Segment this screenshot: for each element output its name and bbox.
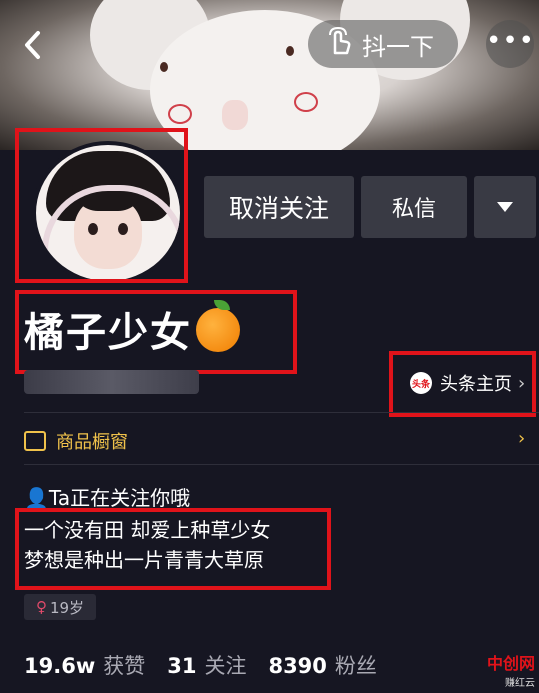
- shake-button[interactable]: 抖一下: [308, 20, 458, 68]
- follows-you-text: Ta正在关注你哦: [48, 486, 191, 510]
- highlight-toutiao: [389, 351, 536, 417]
- person-icon: 👤: [24, 486, 49, 510]
- divider: [24, 464, 539, 465]
- dropdown-button[interactable]: [474, 176, 536, 238]
- back-button[interactable]: [22, 24, 58, 64]
- blurred-user-id: [24, 370, 199, 394]
- highlight-nickname: [15, 290, 297, 374]
- shop-icon: [24, 431, 46, 451]
- follows-you-status: 👤Ta正在关注你哦: [24, 482, 190, 511]
- following-count[interactable]: 31: [167, 654, 196, 678]
- message-label: 私信: [391, 197, 436, 222]
- more-options-button[interactable]: •••: [486, 20, 534, 68]
- likes-count[interactable]: 19.6w: [24, 654, 95, 678]
- chevron-left-icon: [25, 31, 40, 59]
- gender-icon: ♀: [35, 598, 47, 616]
- likes-label: 获赞: [103, 654, 146, 678]
- unfollow-button[interactable]: 取消关注: [204, 176, 354, 238]
- highlight-bio: [15, 508, 331, 590]
- watermark-logo: 中创网 赚红云: [465, 650, 535, 690]
- divider: [24, 412, 539, 413]
- triangle-down-icon: [497, 202, 513, 212]
- followers-label: 粉丝: [334, 654, 377, 678]
- message-button[interactable]: 私信: [361, 176, 467, 238]
- watermark-text: 中创网: [486, 654, 535, 673]
- shop-chevron-right-icon: ›: [518, 428, 526, 449]
- shop-label: 商品橱窗: [56, 432, 128, 453]
- stats-bar: 19.6w 获赞 31 关注 8390 粉丝: [24, 650, 399, 680]
- shake-label: 抖一下: [362, 32, 434, 61]
- age-text: 19岁: [49, 598, 85, 617]
- following-label: 关注: [204, 654, 247, 678]
- shop-window-link[interactable]: 商品橱窗: [24, 428, 128, 454]
- age-badge: ♀ 19岁: [24, 594, 96, 620]
- watermark-sub: 赚红云: [505, 678, 535, 689]
- more-dots-icon: •••: [486, 26, 536, 56]
- unfollow-label: 取消关注: [228, 194, 329, 223]
- hand-tap-icon: [326, 26, 352, 62]
- highlight-avatar: [15, 128, 188, 283]
- followers-count[interactable]: 8390: [268, 654, 326, 678]
